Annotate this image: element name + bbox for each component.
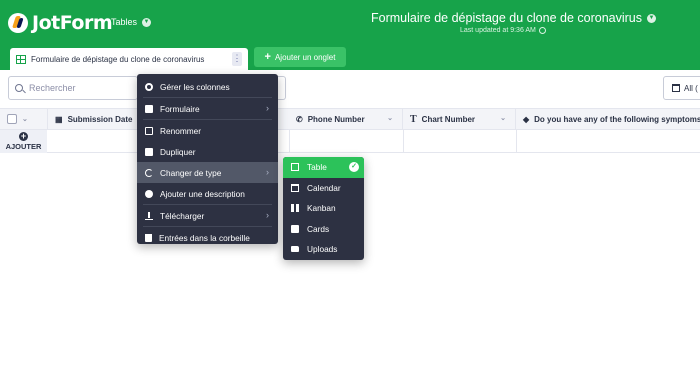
chevron-right-icon: › [266, 210, 269, 220]
column-header-symptoms[interactable]: ◆ Do you have any of the following sympt… [516, 109, 700, 129]
search-icon [15, 84, 23, 92]
brand-name: JotForm [32, 12, 113, 34]
menu-item-download[interactable]: Télécharger › [137, 205, 278, 226]
submenu-item-label: Cards [307, 223, 330, 234]
menu-item-label: Ajouter une description [160, 188, 245, 199]
trash-icon [145, 233, 152, 242]
plus-circle-icon: + [19, 131, 28, 141]
submenu-item-label: Table [307, 162, 327, 173]
submenu-item-label: Uploads [307, 244, 338, 255]
menu-item-manage-columns[interactable]: Gérer les colonnes [137, 76, 278, 97]
cell-divider [403, 130, 404, 153]
clock-icon [538, 27, 546, 34]
chevron-right-icon: › [266, 103, 269, 113]
gear-icon [145, 82, 153, 91]
tables-dropdown[interactable]: Tables ▼ [111, 17, 152, 27]
submenu-item-label: Kanban [307, 203, 336, 214]
menu-item-rename[interactable]: Renommer [137, 120, 278, 141]
change-type-submenu: Table ✓ Calendar Kanban Cards Uploads [283, 157, 364, 260]
menu-item-label: Dupliquer [160, 146, 196, 157]
chevron-down-icon[interactable]: ⌄ [500, 114, 506, 122]
chevron-down-icon: ▼ [142, 17, 152, 27]
form-title-dropdown[interactable]: Formulaire de dépistage du clone de coro… [371, 11, 656, 25]
menu-item-form[interactable]: Formulaire › [137, 98, 278, 119]
calendar-icon [672, 84, 680, 92]
tables-label: Tables [111, 17, 138, 27]
text-T-icon: T [410, 113, 417, 125]
add-tab-button[interactable]: + Ajouter un onglet [254, 47, 346, 67]
chevron-down-icon: ▼ [647, 13, 656, 23]
search-placeholder: Rechercher [29, 83, 76, 93]
cards-icon [291, 224, 299, 233]
table-icon [16, 54, 26, 64]
kanban-icon [291, 204, 299, 213]
tag-icon: ◆ [523, 114, 530, 124]
table-row [0, 130, 700, 153]
last-updated-text: Last updated at 9:36 AM [460, 27, 536, 34]
add-row-label: AJOUTER [5, 142, 42, 151]
menu-item-label: Formulaire [160, 103, 200, 114]
menu-item-add-description[interactable]: Ajouter une description [137, 183, 278, 204]
info-icon [145, 189, 153, 198]
table-icon [291, 163, 299, 172]
tab-bar: Formulaire de dépistage du clone de coro… [0, 44, 700, 70]
copy-icon [145, 147, 153, 156]
add-row-button[interactable]: + AJOUTER [0, 130, 47, 153]
plus-icon: + [264, 51, 271, 63]
menu-item-label: Renommer [160, 125, 202, 136]
refresh-icon [145, 168, 153, 177]
download-icon [145, 211, 153, 220]
column-label: Phone Number [307, 114, 365, 124]
view-filter-button[interactable]: All ( [663, 76, 700, 100]
jotform-logo-icon [8, 13, 28, 33]
edit-icon [145, 126, 153, 135]
menu-item-label: Entrées dans la corbeille [159, 232, 250, 243]
menu-item-label: Télécharger [160, 210, 205, 221]
column-header-chart-number[interactable]: T Chart Number ⌄ [403, 109, 516, 129]
menu-item-label: Changer de type [160, 167, 222, 178]
tab-label: Formulaire de dépistage du clone de coro… [31, 54, 205, 64]
last-updated: Last updated at 9:36 AM [460, 27, 546, 34]
checkmark-icon: ✓ [349, 162, 359, 172]
column-label: Do you have any of the following symptom… [534, 114, 700, 124]
menu-item-duplicate[interactable]: Dupliquer [137, 141, 278, 162]
submenu-item-table[interactable]: Table ✓ [283, 157, 364, 178]
column-header-phone-number[interactable]: ✆ Phone Number ⌄ [289, 109, 403, 129]
form-title: Formulaire de dépistage du clone de coro… [371, 11, 642, 25]
jotform-logo[interactable]: JotForm [8, 12, 113, 34]
cell-divider [289, 130, 290, 153]
column-label: Chart Number [421, 114, 476, 124]
search-input[interactable]: Rechercher [8, 76, 138, 100]
select-all-checkbox[interactable] [7, 114, 17, 124]
menu-item-label: Gérer les colonnes [160, 81, 230, 92]
chevron-down-icon[interactable]: ⌄ [22, 115, 28, 123]
calendar-icon: ▦ [55, 114, 63, 124]
tab-form-table[interactable]: Formulaire de dépistage du clone de coro… [10, 48, 248, 70]
column-label: Submission Date [67, 114, 133, 124]
table-header: ⌄ ▦ Submission Date ✆ Phone Number ⌄ T C… [0, 108, 700, 130]
form-icon [145, 104, 153, 113]
menu-item-change-type[interactable]: Changer de type › [137, 162, 278, 183]
submenu-item-uploads[interactable]: Uploads [283, 239, 364, 260]
chevron-down-icon[interactable]: ⌄ [387, 114, 393, 122]
submenu-item-label: Calendar [307, 182, 341, 193]
cell-divider [516, 130, 517, 153]
submenu-item-cards[interactable]: Cards [283, 219, 364, 240]
app-header: JotForm Tables ▼ Formulaire de dépistage… [0, 0, 700, 44]
view-filter-label: All ( [684, 83, 698, 93]
select-all-column[interactable]: ⌄ [0, 109, 48, 129]
tab-context-menu: Gérer les colonnes Formulaire › Renommer… [137, 74, 278, 244]
more-options-icon[interactable]: ⋮ [232, 52, 242, 66]
folder-icon [291, 246, 299, 253]
submenu-item-kanban[interactable]: Kanban [283, 198, 364, 219]
chevron-right-icon: › [266, 167, 269, 177]
add-tab-label: Ajouter un onglet [274, 52, 336, 62]
submenu-item-calendar[interactable]: Calendar [283, 178, 364, 199]
phone-icon: ✆ [296, 114, 303, 124]
calendar-icon [291, 183, 299, 192]
menu-item-trash-entries[interactable]: Entrées dans la corbeille [137, 227, 278, 248]
